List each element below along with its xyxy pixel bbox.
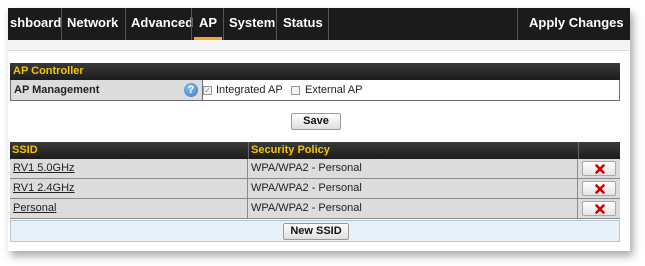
red-x-icon — [595, 184, 605, 194]
security-policy-column-header: Security Policy — [251, 144, 330, 156]
table-row: RV1 2.4GHz WPA/WPA2 - Personal — [10, 179, 620, 199]
tab-divider — [276, 8, 277, 40]
tab-status[interactable]: Status — [283, 8, 333, 40]
ap-management-row: AP Management ? ✓ Integrated AP External… — [10, 80, 620, 101]
apply-changes-button[interactable]: Apply Changes — [529, 8, 625, 40]
save-button[interactable]: Save — [291, 113, 341, 130]
ssid-link[interactable]: Personal — [10, 199, 248, 218]
delete-ssid-button[interactable] — [582, 201, 616, 216]
delete-ssid-button[interactable] — [582, 181, 616, 196]
security-policy-cell: WPA/WPA2 - Personal — [248, 199, 578, 218]
security-policy-cell: WPA/WPA2 - Personal — [248, 159, 578, 178]
security-policy-cell: WPA/WPA2 - Personal — [248, 179, 578, 198]
ssid-link[interactable]: RV1 2.4GHz — [10, 179, 248, 198]
window-frame: shboard Network Advanced AP System Statu… — [8, 8, 630, 251]
tab-system[interactable]: System — [229, 8, 279, 40]
tab-ap[interactable]: AP — [194, 8, 222, 40]
table-row: Personal WPA/WPA2 - Personal — [10, 199, 620, 219]
tab-divider — [517, 8, 518, 40]
top-nav: shboard Network Advanced AP System Statu… — [8, 8, 630, 40]
ssid-link[interactable]: RV1 5.0GHz — [10, 159, 248, 178]
delete-ssid-button[interactable] — [582, 161, 616, 176]
tab-divider — [191, 8, 192, 40]
column-divider — [578, 142, 579, 159]
red-x-icon — [595, 164, 605, 174]
delete-cell — [578, 179, 620, 198]
tab-divider — [61, 8, 62, 40]
tab-advanced[interactable]: Advanced — [131, 8, 193, 40]
ssid-column-header: SSID — [12, 144, 38, 156]
red-x-icon — [595, 204, 605, 214]
ap-management-label-cell: AP Management ? — [11, 80, 203, 100]
table-row: RV1 5.0GHz WPA/WPA2 - Personal — [10, 159, 620, 179]
tab-divider — [125, 8, 126, 40]
integrated-ap-checkbox[interactable]: ✓ — [203, 86, 212, 95]
integrated-ap-label: Integrated AP — [216, 84, 283, 96]
ssid-table-header: SSID Security Policy — [10, 142, 620, 159]
ap-management-label: AP Management — [14, 84, 100, 96]
sub-nav-bar — [8, 40, 630, 51]
ap-controller-heading: AP Controller — [10, 63, 620, 80]
tab-divider — [328, 8, 329, 40]
delete-cell — [578, 159, 620, 178]
tab-network[interactable]: Network — [67, 8, 127, 40]
new-ssid-button[interactable]: New SSID — [283, 223, 349, 240]
tab-dashboard[interactable]: shboard — [8, 8, 61, 40]
external-ap-label: External AP — [305, 84, 363, 96]
tab-divider — [223, 8, 224, 40]
question-circle-icon[interactable]: ? — [184, 83, 198, 97]
new-ssid-row: New SSID — [10, 220, 620, 242]
delete-cell — [578, 199, 620, 218]
external-ap-checkbox[interactable] — [291, 86, 300, 95]
